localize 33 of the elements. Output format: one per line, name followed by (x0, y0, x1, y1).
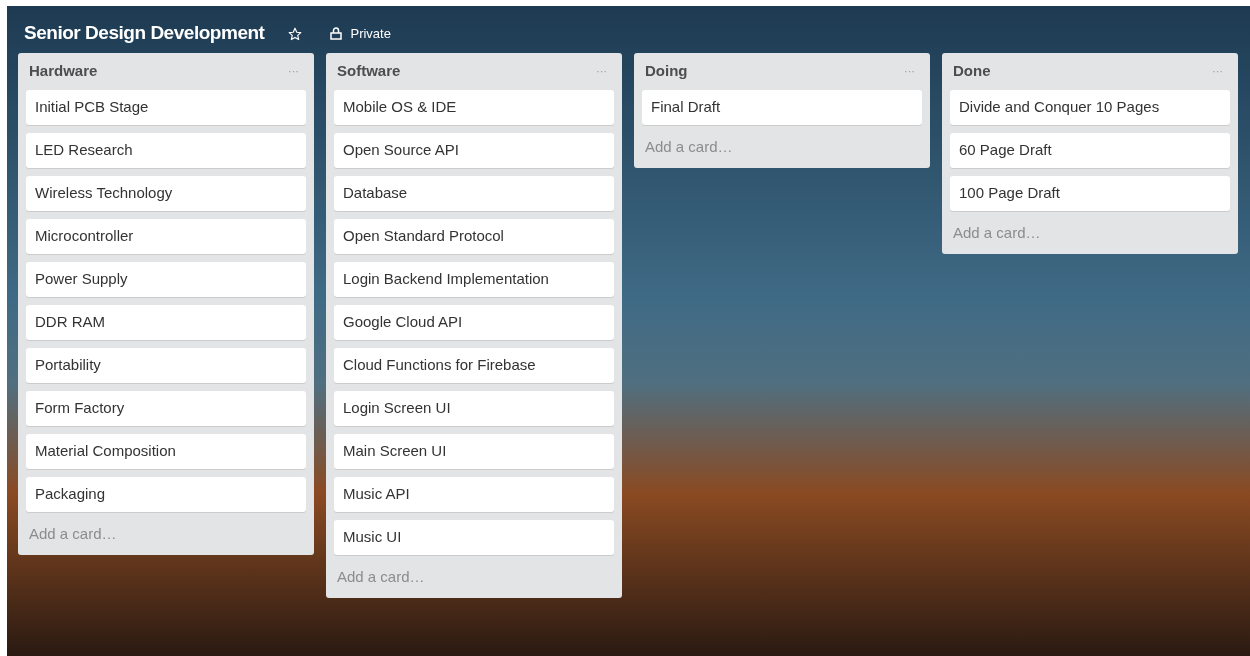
card[interactable]: Cloud Functions for Firebase (334, 348, 614, 383)
list-title[interactable]: Doing (645, 60, 688, 83)
card[interactable]: Login Screen UI (334, 391, 614, 426)
card[interactable]: Initial PCB Stage (26, 90, 306, 125)
card[interactable]: Portability (26, 348, 306, 383)
card[interactable]: Divide and Conquer 10 Pages (950, 90, 1230, 125)
card[interactable]: 100 Page Draft (950, 176, 1230, 211)
card[interactable]: Wireless Technology (26, 176, 306, 211)
card[interactable]: Packaging (26, 477, 306, 512)
card[interactable]: Open Source API (334, 133, 614, 168)
list-title[interactable]: Software (337, 60, 401, 83)
card[interactable]: Login Backend Implementation (334, 262, 614, 297)
visibility-button[interactable]: Private (330, 23, 391, 44)
card[interactable]: Music UI (334, 520, 614, 555)
card[interactable]: Form Factory (26, 391, 306, 426)
card[interactable]: Main Screen UI (334, 434, 614, 469)
lock-icon (330, 27, 343, 40)
card[interactable]: Final Draft (642, 90, 922, 125)
board-title[interactable]: Senior Design Development (24, 19, 265, 48)
card[interactable]: LED Research (26, 133, 306, 168)
card[interactable]: Power Supply (26, 262, 306, 297)
card[interactable]: Google Cloud API (334, 305, 614, 340)
card[interactable]: Music API (334, 477, 614, 512)
card[interactable]: 60 Page Draft (950, 133, 1230, 168)
card[interactable]: DDR RAM (26, 305, 306, 340)
list-title[interactable]: Hardware (29, 60, 98, 83)
card[interactable]: Open Standard Protocol (334, 219, 614, 254)
card[interactable]: Mobile OS & IDE (334, 90, 614, 125)
card[interactable]: Database (334, 176, 614, 211)
list-title[interactable]: Done (953, 60, 991, 83)
star-icon[interactable] (288, 26, 303, 41)
card[interactable]: Microcontroller (26, 219, 306, 254)
card[interactable]: Material Composition (26, 434, 306, 469)
